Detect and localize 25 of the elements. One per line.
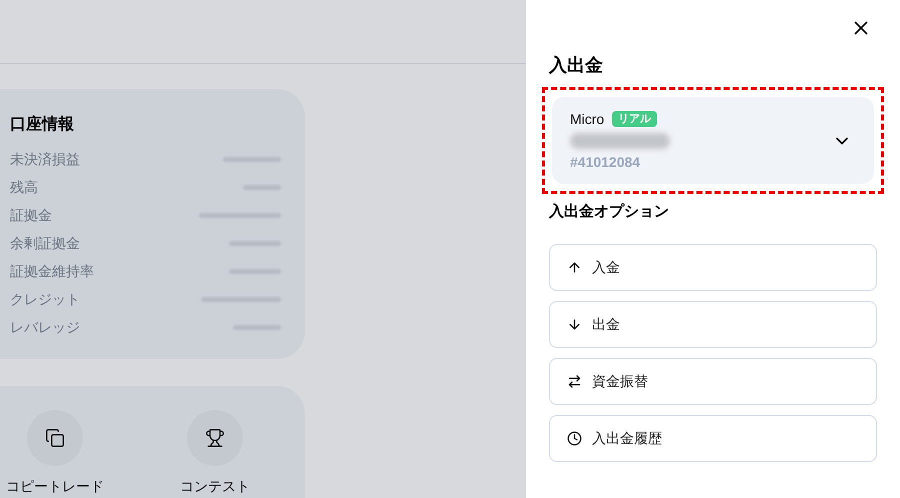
info-label: クレジット: [10, 290, 80, 308]
info-label: レバレッジ: [10, 318, 80, 336]
info-label: 証拠金: [10, 206, 52, 224]
clock-icon: [567, 430, 582, 446]
info-label: 余剰証拠金: [10, 234, 80, 252]
arrow-down-icon: [567, 316, 582, 332]
info-label: 証拠金維持率: [10, 262, 94, 280]
option-button[interactable]: 資金振替: [549, 358, 877, 404]
account-selector[interactable]: Micro リアル #41012084: [552, 97, 874, 184]
option-button[interactable]: 入出金履歴: [549, 414, 877, 462]
section-title: 入出金オプション: [549, 202, 670, 222]
drawer-title: 入出金: [549, 54, 604, 77]
option-button[interactable]: 出金: [549, 300, 877, 348]
account-number: #41012084: [570, 152, 642, 172]
account-type: Micro: [570, 110, 604, 128]
trophy-icon: [205, 428, 225, 448]
swap-arrows-icon: [567, 374, 582, 388]
info-label: 残高: [10, 178, 38, 196]
shortcut-label: コピートレード: [6, 477, 104, 496]
real-badge: リアル: [612, 111, 658, 127]
copy-icon: [45, 428, 65, 448]
card-title: 口座情報: [10, 114, 75, 135]
shortcut-label: コンテスト: [180, 477, 250, 496]
option-button[interactable]: 入金: [549, 244, 877, 290]
info-label: 未決済損益: [10, 150, 80, 168]
